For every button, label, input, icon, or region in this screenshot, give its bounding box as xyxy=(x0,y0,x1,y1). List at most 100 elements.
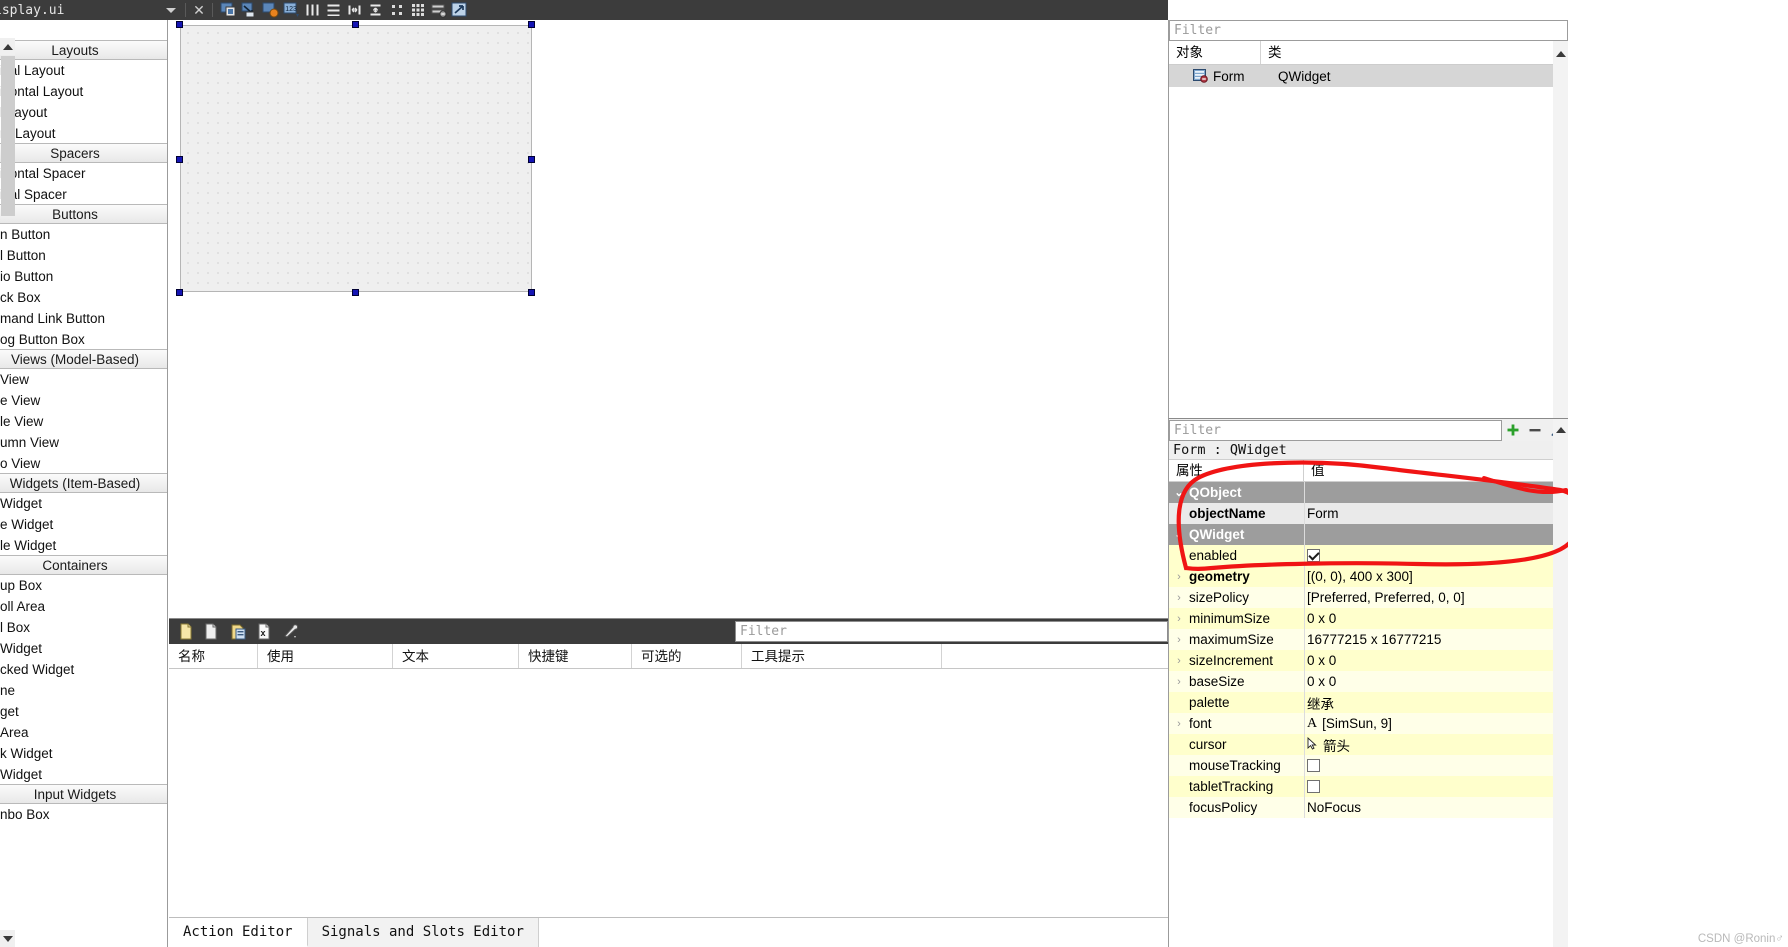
chevron-right-icon[interactable]: › xyxy=(1169,634,1189,646)
property-row[interactable]: ›sizeIncrement0 x 0 xyxy=(1169,650,1568,671)
widget-box-item[interactable]: nbo Box xyxy=(0,804,167,825)
property-value-cell[interactable]: [Preferred, Preferred, 0, 0] xyxy=(1304,590,1568,605)
chevron-up-icon[interactable] xyxy=(1556,427,1566,433)
property-group-header[interactable]: ⌄QWidget xyxy=(1169,524,1568,545)
tab-signals-and-slots-editor[interactable]: Signals and Slots Editor xyxy=(308,918,539,947)
widget-box-list[interactable]: Layoutsical Layoutizontal Layoutl Layout… xyxy=(0,40,167,825)
column-header-object[interactable]: 对象 xyxy=(1169,41,1261,64)
remove-property-icon[interactable] xyxy=(1524,420,1546,441)
property-row[interactable]: ›geometry[(0, 0), 400 x 300] xyxy=(1169,566,1568,587)
widget-category-header[interactable]: Views (Model-Based) xyxy=(0,349,167,369)
chevron-right-icon[interactable]: › xyxy=(1169,571,1189,583)
chevron-down-icon[interactable] xyxy=(166,8,176,13)
add-property-icon[interactable] xyxy=(1502,420,1524,441)
widget-box-item[interactable]: izontal Spacer xyxy=(0,163,167,184)
edit-tab-order-icon[interactable]: 123 xyxy=(281,0,302,20)
property-row[interactable]: objectNameForm xyxy=(1169,503,1568,524)
property-editor-scrollbar[interactable] xyxy=(1553,419,1568,947)
widget-box-item[interactable]: o View xyxy=(0,453,167,474)
resize-handle-nw[interactable] xyxy=(176,21,183,28)
edit-signals-slots-icon[interactable] xyxy=(239,0,260,20)
paste-action-icon[interactable] xyxy=(225,619,251,644)
property-row[interactable]: ›maximumSize16777215 x 16777215 xyxy=(1169,629,1568,650)
property-value-cell[interactable]: 16777215 x 16777215 xyxy=(1304,632,1568,647)
widget-category-header[interactable]: Input Widgets xyxy=(0,784,167,804)
property-value-cell[interactable] xyxy=(1304,780,1568,793)
object-inspector-scrollbar[interactable] xyxy=(1553,41,1568,418)
widget-box-item[interactable]: ne xyxy=(0,680,167,701)
widget-box-item[interactable]: get xyxy=(0,701,167,722)
widget-box-item[interactable]: up Box xyxy=(0,575,167,596)
form-file-combo[interactable]: isplay.ui xyxy=(0,0,180,20)
widget-box-scroll-down-button[interactable] xyxy=(0,930,15,947)
form-canvas[interactable] xyxy=(169,20,1168,618)
property-value-cell[interactable] xyxy=(1304,759,1568,772)
property-editor-filter-input[interactable]: Filter xyxy=(1169,420,1502,441)
property-value-cell[interactable]: NoFocus xyxy=(1304,800,1568,815)
widget-box-item[interactable]: k Widget xyxy=(0,743,167,764)
column-header-value[interactable]: 值 xyxy=(1304,460,1568,481)
widget-category-header[interactable]: Widgets (Item-Based) xyxy=(0,473,167,493)
object-inspector-row-form[interactable]: Form QWidget xyxy=(1169,65,1568,87)
resize-handle-n[interactable] xyxy=(352,21,359,28)
action-column-header[interactable]: 名称 xyxy=(169,644,258,668)
form-widget-preview[interactable] xyxy=(180,25,532,292)
resize-handle-s[interactable] xyxy=(352,289,359,296)
property-value-cell[interactable] xyxy=(1304,549,1568,562)
resize-handle-e[interactable] xyxy=(528,156,535,163)
property-value-cell[interactable]: 继承 xyxy=(1304,693,1568,713)
property-row[interactable]: focusPolicyNoFocus xyxy=(1169,797,1568,818)
widget-box-item[interactable]: e Widget xyxy=(0,514,167,535)
widget-box-item[interactable]: Area xyxy=(0,722,167,743)
property-value-cell[interactable]: 0 x 0 xyxy=(1304,653,1568,668)
property-value-cell[interactable]: Form xyxy=(1304,506,1568,521)
action-column-header[interactable]: 工具提示 xyxy=(742,644,942,668)
widget-box-item[interactable]: oll Area xyxy=(0,596,167,617)
widget-box-item[interactable]: ical Layout xyxy=(0,60,167,81)
property-row[interactable]: palette继承 xyxy=(1169,692,1568,713)
column-header-class[interactable]: 类 xyxy=(1261,41,1568,64)
widget-box-item[interactable]: mand Link Button xyxy=(0,308,167,329)
widget-box-item[interactable]: ical Spacer xyxy=(0,184,167,205)
property-row[interactable]: ›sizePolicy[Preferred, Preferred, 0, 0] xyxy=(1169,587,1568,608)
property-row[interactable]: tabletTracking xyxy=(1169,776,1568,797)
layout-horizontally-icon[interactable] xyxy=(302,0,323,20)
property-group-header[interactable]: ⌄QObject xyxy=(1169,482,1568,503)
resize-handle-w[interactable] xyxy=(176,156,183,163)
widget-box-item[interactable]: Widget xyxy=(0,764,167,785)
action-column-header[interactable]: 文本 xyxy=(393,644,519,668)
property-value-cell[interactable]: 0 x 0 xyxy=(1304,674,1568,689)
close-form-icon[interactable]: ✕ xyxy=(191,3,207,17)
edit-buddies-icon[interactable] xyxy=(260,0,281,20)
layout-vertically-icon[interactable] xyxy=(323,0,344,20)
property-checkbox[interactable] xyxy=(1307,549,1320,562)
chevron-right-icon[interactable]: › xyxy=(1169,613,1189,625)
property-value-cell[interactable]: A[SimSun, 9] xyxy=(1304,716,1568,732)
widget-category-header[interactable]: Spacers xyxy=(0,143,167,163)
property-checkbox[interactable] xyxy=(1307,780,1320,793)
widget-box-item[interactable]: ck Box xyxy=(0,287,167,308)
widget-box-item[interactable]: l Button xyxy=(0,245,167,266)
property-checkbox[interactable] xyxy=(1307,759,1320,772)
widget-box-item[interactable]: Widget xyxy=(0,638,167,659)
widget-category-header[interactable]: Layouts xyxy=(0,40,167,60)
chevron-down-icon[interactable]: ⌄ xyxy=(1169,486,1189,499)
property-row[interactable]: ›minimumSize0 x 0 xyxy=(1169,608,1568,629)
widget-box-scroll-up-button[interactable] xyxy=(0,38,15,55)
copy-action-icon[interactable] xyxy=(199,619,225,644)
object-inspector-filter-input[interactable]: Filter xyxy=(1169,20,1568,41)
configure-action-icon[interactable] xyxy=(277,619,303,644)
edit-widgets-icon[interactable] xyxy=(218,0,239,20)
adjust-size-icon[interactable] xyxy=(449,0,470,20)
widget-box-item[interactable]: og Button Box xyxy=(0,329,167,350)
property-row[interactable]: enabled xyxy=(1169,545,1568,566)
widget-category-header[interactable]: Containers xyxy=(0,555,167,575)
widget-box-item[interactable]: Widget xyxy=(0,493,167,514)
action-column-header[interactable]: 快捷键 xyxy=(519,644,632,668)
chevron-right-icon[interactable]: › xyxy=(1169,655,1189,667)
widget-box-item[interactable]: le View xyxy=(0,411,167,432)
chevron-right-icon[interactable]: › xyxy=(1169,676,1189,688)
layout-form-icon[interactable] xyxy=(386,0,407,20)
tab-action-editor[interactable]: Action Editor xyxy=(169,918,308,947)
widget-box-item[interactable]: cked Widget xyxy=(0,659,167,680)
